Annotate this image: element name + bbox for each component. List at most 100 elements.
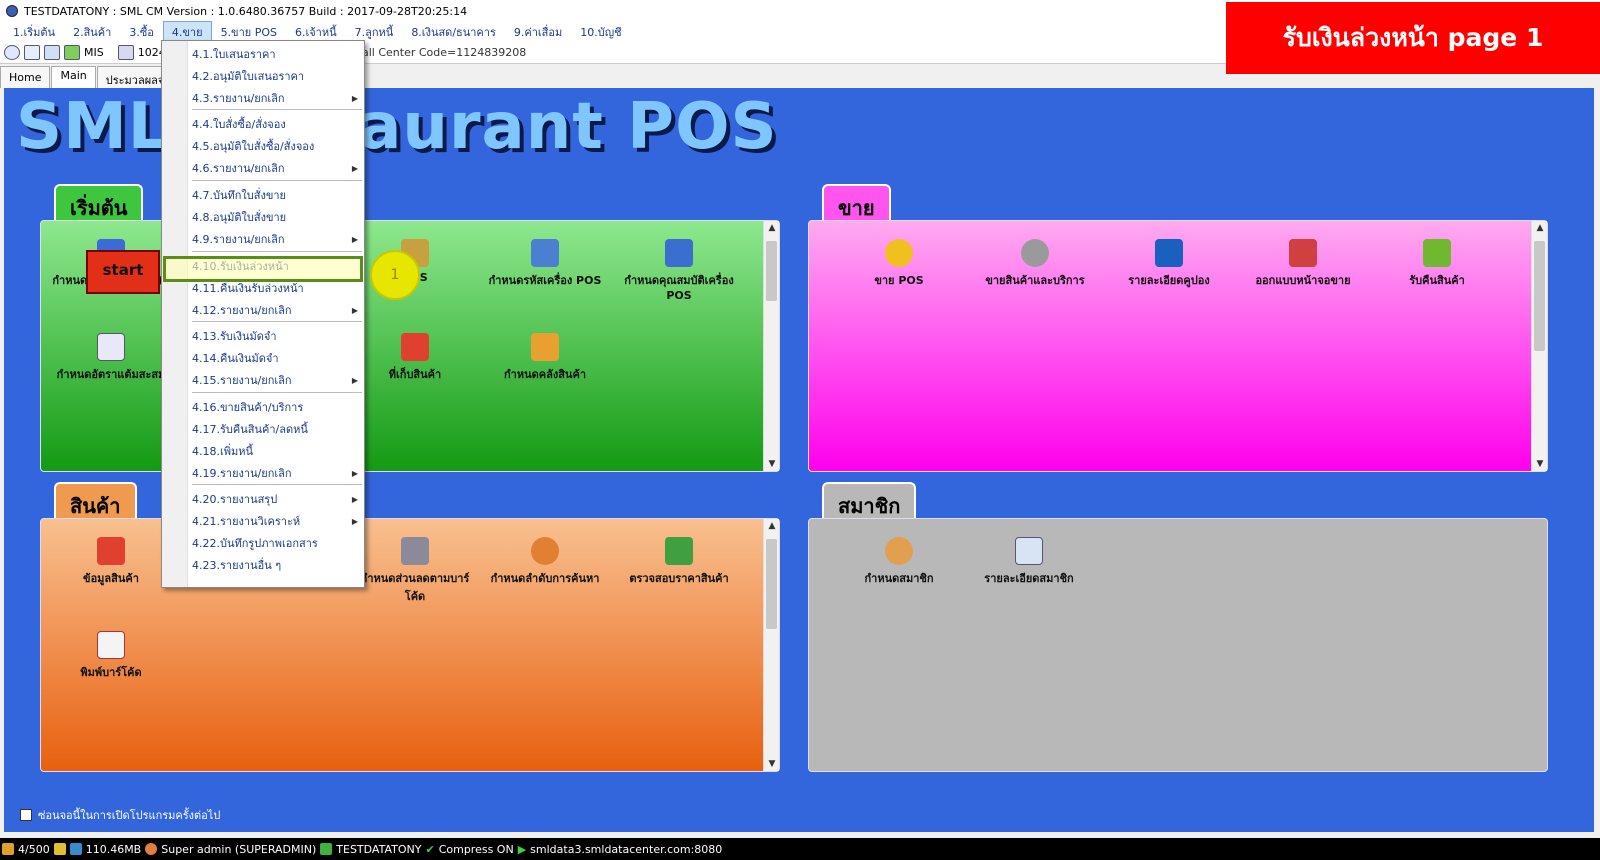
search-order-item[interactable]: กำหนดลำดับการค้นหา xyxy=(485,537,605,587)
menu-item-label: 4.4.ใบสั่งซื้อ/สั่งจอง xyxy=(192,118,286,131)
menu-start[interactable]: 1.เริ่มต้น xyxy=(4,21,64,43)
sell-goods-item[interactable]: ขายสินค้าและบริการ xyxy=(975,239,1095,289)
scroll-up-icon[interactable]: ▲ xyxy=(764,519,780,533)
menu-item-label: 4.12.รายงาน/ยกเลิก xyxy=(192,304,292,317)
scroll-thumb[interactable] xyxy=(766,539,777,629)
step-marker: 1 xyxy=(370,250,420,300)
item-label: ข้อมูลสินค้า xyxy=(83,572,139,585)
save-icon[interactable] xyxy=(44,45,60,60)
scroll-down-icon[interactable]: ▼ xyxy=(764,457,780,471)
menu-item[interactable]: 4.21.รายงานวิเคราะห์ ▶ xyxy=(192,512,362,531)
image-icon[interactable] xyxy=(117,45,134,60)
barcode-discount-item[interactable]: กำหนดส่วนลดตามบาร์โค้ด xyxy=(355,537,475,605)
pos-code-item[interactable]: กำหนดรหัสเครื่อง POS xyxy=(485,239,605,289)
member-define-item[interactable]: กำหนดสมาชิก xyxy=(839,537,959,587)
database-icon xyxy=(320,843,333,855)
pos-property-item[interactable]: กำหนดคุณสมบัติเครื่อง POS xyxy=(619,239,739,302)
panel-tab-product: สินค้า xyxy=(54,482,137,520)
storage-item[interactable]: ที่เก็บสินค้า xyxy=(355,333,475,383)
menu-item-label: 4.13.รับเงินมัดจำ xyxy=(192,330,277,343)
point-rate-item[interactable]: กำหนดอัตราแต้มสะสม xyxy=(51,333,171,383)
item-label: ขายสินค้าและบริการ xyxy=(985,274,1085,287)
menu-item[interactable]: 4.2.อนุมัติใบเสนอราคา xyxy=(192,67,362,86)
hide-screen-checkbox[interactable]: ซ่อนจอนี้ในการเปิดโปรแกรมครั้งต่อไป xyxy=(20,806,220,824)
product-info-item[interactable]: ข้อมูลสินค้า xyxy=(51,537,171,587)
menu-item[interactable]: 4.18.เพิ่มหนี้ xyxy=(192,442,362,461)
return-goods-item[interactable]: รับคืนสินค้า xyxy=(1377,239,1497,289)
scroll-thumb[interactable] xyxy=(766,241,777,301)
menu-buy[interactable]: 3.ซื้อ xyxy=(120,21,163,43)
menu-item[interactable]: 4.12.รายงาน/ยกเลิก ▶ xyxy=(192,301,362,320)
tab-strip: Home Main ประมวลผลจาก xyxy=(0,66,187,88)
print-barcode-item[interactable]: พิมพ์บาร์โค้ด xyxy=(51,631,171,681)
product-scrollbar[interactable]: ▲ ▼ xyxy=(763,519,779,771)
scroll-down-icon[interactable]: ▼ xyxy=(1532,457,1548,471)
menu-item[interactable]: 4.16.ขายสินค้า/บริการ xyxy=(192,398,362,417)
checkbox-box[interactable] xyxy=(20,809,32,821)
item-label: ขาย POS xyxy=(874,274,924,287)
start-scrollbar[interactable]: ▲ ▼ xyxy=(763,221,779,471)
scroll-thumb[interactable] xyxy=(1534,241,1545,351)
app-title: SML Restaurant POS xyxy=(16,90,778,164)
warehouse-item[interactable]: กำหนดคลังสินค้า xyxy=(485,333,605,383)
refresh-icon[interactable] xyxy=(4,45,20,60)
design-screen-item[interactable]: ออกแบบหน้าจอขาย xyxy=(1243,239,1363,289)
window-icon[interactable] xyxy=(24,45,40,60)
item-label: ตรวจสอบราคาสินค้า xyxy=(629,572,729,585)
menu-cash-bank[interactable]: 8.เงินสด/ธนาคาร xyxy=(402,21,505,43)
gears-icon xyxy=(1021,239,1049,267)
submenu-arrow-icon: ▶ xyxy=(351,376,358,385)
mis-label[interactable]: MIS xyxy=(84,46,104,59)
status-compress: Compress ON xyxy=(438,842,514,856)
sell-pos-item[interactable]: ขาย POS xyxy=(839,239,959,289)
menu-item-label: 4.9.รายงาน/ยกเลิก xyxy=(192,233,285,246)
menu-item[interactable]: 4.23.รายงานอื่น ๆ xyxy=(192,556,362,575)
menu-item[interactable]: 4.8.อนุมัติใบสั่งขาย xyxy=(192,208,362,227)
menu-item[interactable]: 4.22.บันทึกรูปภาพเอกสาร xyxy=(192,534,362,553)
menu-item[interactable]: 4.17.รับคืนสินค้า/ลดหนี้ xyxy=(192,420,362,439)
item-label: กำหนดอัตราแต้มสะสม xyxy=(56,368,166,381)
highlight-advance-payment xyxy=(163,256,363,282)
menu-item[interactable]: 4.14.คืนเงินมัดจำ xyxy=(192,349,362,368)
scroll-down-icon[interactable]: ▼ xyxy=(764,757,780,771)
menu-separator xyxy=(192,251,362,252)
panel-member: กำหนดสมาชิก รายละเอียดสมาชิก xyxy=(808,518,1548,772)
menu-item[interactable]: 4.1.ใบเสนอราคา xyxy=(192,45,362,64)
menu-item[interactable]: 4.5.อนุมัติใบสั่งซื้อ/สั่งจอง xyxy=(192,137,362,156)
status-server: smldata3.smldatacenter.com:8080 xyxy=(530,842,723,856)
menu-account[interactable]: 10.บัญชี xyxy=(571,21,630,43)
tab-main[interactable]: Main xyxy=(51,66,96,88)
scroll-up-icon[interactable]: ▲ xyxy=(764,221,780,235)
menu-item-label: 4.18.เพิ่มหนี้ xyxy=(192,445,254,458)
menu-item[interactable]: 4.3.รายงาน/ยกเลิก ▶ xyxy=(192,89,362,108)
item-label: กำหนดรหัสเครื่อง POS xyxy=(488,274,602,287)
menu-item[interactable]: 4.19.รายงาน/ยกเลิก ▶ xyxy=(192,464,362,483)
menu-item[interactable]: 4.6.รายงาน/ยกเลิก ▶ xyxy=(192,159,362,178)
menu-item[interactable]: 4.7.บันทึกใบสั่งขาย xyxy=(192,186,362,205)
start-marker[interactable]: start xyxy=(86,250,160,294)
download-box-icon xyxy=(1423,239,1451,267)
menu-item[interactable]: 4.4.ใบสั่งซื้อ/สั่งจอง xyxy=(192,115,362,134)
menu-item[interactable]: 4.20.รายงานสรุป ▶ xyxy=(192,490,362,509)
status-count: 4/500 xyxy=(18,842,50,856)
item-label: กำหนดคลังสินค้า xyxy=(504,368,586,381)
menu-item-label: 4.22.บันทึกรูปภาพเอกสาร xyxy=(192,537,318,550)
menu-item[interactable]: 4.9.รายงาน/ยกเลิก ▶ xyxy=(192,230,362,249)
menu-item-label: 4.14.คืนเงินมัดจำ xyxy=(192,352,279,365)
menu-item[interactable]: 4.15.รายงาน/ยกเลิก ▶ xyxy=(192,371,362,390)
barcode-icon xyxy=(97,631,125,659)
sell-scrollbar[interactable]: ▲ ▼ xyxy=(1531,221,1547,471)
window-title: TESTDATATONY : SML CM Version : 1.0.6480… xyxy=(24,4,468,18)
menu-product[interactable]: 2.สินค้า xyxy=(64,21,120,43)
menu-separator xyxy=(192,109,362,110)
menu-item-label: 4.3.รายงาน/ยกเลิก xyxy=(192,92,285,105)
menu-item[interactable]: 4.13.รับเงินมัดจำ xyxy=(192,327,362,346)
member-detail-item[interactable]: รายละเอียดสมาชิก xyxy=(969,537,1089,587)
scroll-up-icon[interactable]: ▲ xyxy=(1532,221,1548,235)
check-price-item[interactable]: ตรวจสอบราคาสินค้า xyxy=(619,537,739,587)
coupon-item[interactable]: รายละเอียดคูปอง xyxy=(1109,239,1229,289)
chart-icon[interactable] xyxy=(64,45,80,60)
menu-gutter xyxy=(162,41,188,587)
menu-depreciation[interactable]: 9.ค่าเสื่อม xyxy=(505,21,571,43)
tab-home[interactable]: Home xyxy=(0,66,51,88)
